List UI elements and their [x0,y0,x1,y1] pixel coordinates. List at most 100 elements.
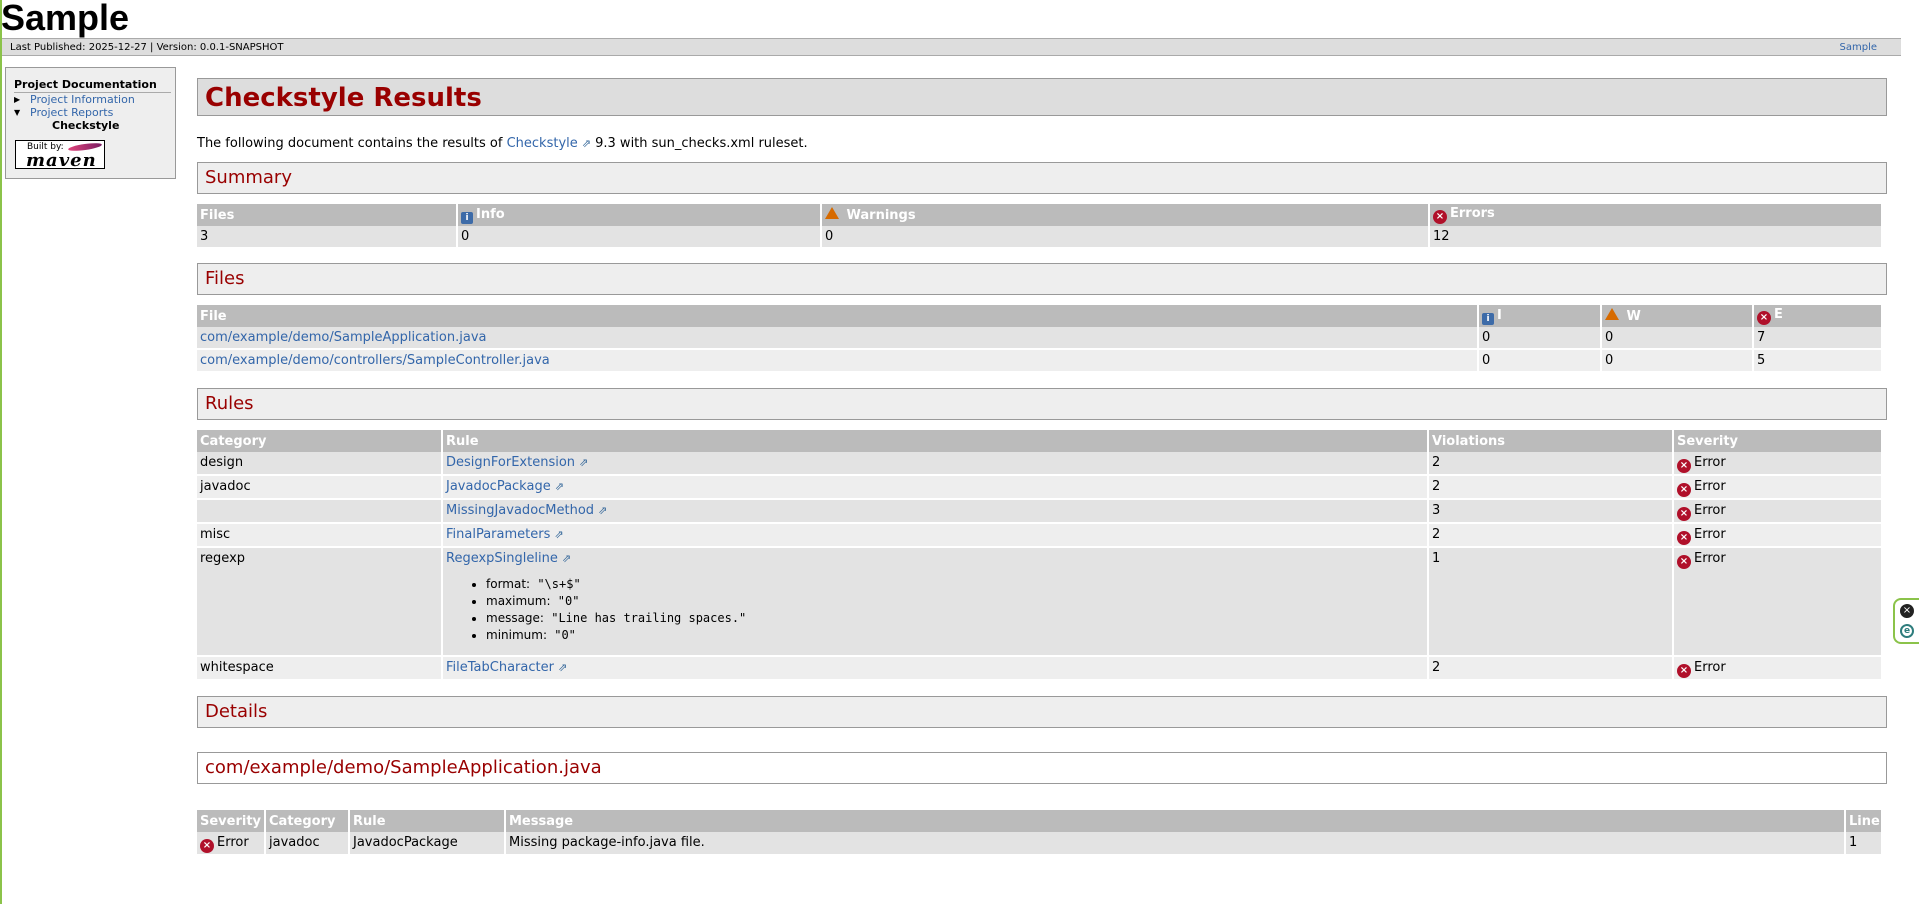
table-row: misc FinalParameters ⇗ 2 × Error [197,523,1883,548]
rule-link-file-tab-character[interactable]: FileTabCharacter [446,660,554,675]
nav-link-project-reports[interactable]: Project Reports [30,106,113,119]
rule-link-javadoc-package[interactable]: JavadocPackage [446,479,551,494]
rule-severity: × Error [1673,656,1883,681]
rule-severity: × Error [1673,523,1883,548]
last-published: Last Published: 2025-12-27 [10,42,147,53]
checkstyle-link[interactable]: Checkstyle [507,136,578,151]
summary-info-value: 0 [457,226,822,249]
list-item: minimum: "0" [486,627,1424,644]
banner-separator: | [150,42,154,53]
rules-header-severity: Severity [1673,430,1883,452]
table-row: whitespace FileTabCharacter ⇗ 2 × Error [197,656,1883,681]
summary-heading: Summary [197,162,1887,194]
external-link-icon: ⇗ [557,661,568,674]
intro-paragraph: The following document contains the resu… [197,136,1887,152]
error-icon: × [1757,311,1771,325]
table-row: com/example/demo/controllers/SampleContr… [197,349,1883,373]
summary-warnings-value: 0 [821,226,1430,249]
error-icon: × [1677,531,1691,545]
rule-violations: 2 [1428,475,1674,500]
main-content: Checkstyle Results The following documen… [197,78,1887,856]
nav-link-project-information[interactable]: Project Information [30,93,135,106]
file-error-count: 7 [1753,327,1883,350]
file-warning-count: 0 [1601,327,1754,350]
file-warning-count: 0 [1601,349,1754,373]
rule-category: javadoc [197,475,443,500]
rule-severity: × Error [1673,499,1883,524]
files-header-warnings: W [1601,305,1754,327]
details-header-message: Message [505,810,1846,832]
page-title: Checkstyle Results [197,78,1887,116]
rule-violations: 2 [1428,523,1674,548]
files-table: File iI W × E com/example/demo/SampleAppl… [197,305,1883,373]
rule-severity: × Error [1673,452,1883,476]
rule-violations: 3 [1428,499,1674,524]
detail-message: Missing package-info.java file. [505,832,1846,856]
details-table: Severity Category Rule Message Line × Err… [197,810,1883,856]
list-item: format: "\s+$" [486,576,1424,593]
summary-errors-value: 12 [1429,226,1883,249]
error-icon: × [1433,210,1447,224]
publish-info: Last Published: 2025-12-27 | Version: 0.… [10,39,284,57]
summary-header-files: Files [197,204,458,226]
extension-icon[interactable]: e [1900,624,1914,638]
detail-rule: JavadocPackage [349,832,506,856]
error-icon: × [1677,459,1691,473]
rule-link-regexp-singleline[interactable]: RegexpSingleline [446,551,558,566]
rule-severity: × Error [1673,547,1883,657]
detail-category: javadoc [265,832,350,856]
rule-violations: 2 [1428,656,1674,681]
error-icon: × [1677,555,1691,569]
detail-severity: × Error [197,832,266,856]
floating-extension-widget[interactable]: × e [1893,598,1919,644]
rule-violations: 1 [1428,547,1674,657]
detail-line: 1 [1845,832,1883,856]
summary-header-warnings: Warnings [821,204,1430,226]
rule-category: design [197,452,443,476]
rule-violations: 2 [1428,452,1674,476]
table-row: com/example/demo/SampleApplication.java … [197,327,1883,350]
files-heading: Files [197,263,1887,295]
error-icon: × [1677,507,1691,521]
files-header-info: iI [1478,305,1602,327]
nav-heading: Project Documentation [14,78,171,93]
built-by-maven-logo[interactable]: Built by: maven [15,140,105,171]
external-link-icon: ⇗ [581,137,591,150]
error-icon: × [1677,483,1691,497]
external-link-icon: ⇗ [598,504,608,517]
nav-item-project-information[interactable]: ▶ Project Information [14,93,175,106]
rule-link-final-parameters[interactable]: FinalParameters [446,527,550,542]
table-row: regexp RegexpSingleline⇗ format: "\s+$" … [197,547,1883,657]
table-row: × Error javadoc JavadocPackage Missing pa… [197,832,1883,856]
rules-heading: Rules [197,388,1887,420]
version-info: Version: 0.0.1-SNAPSHOT [156,42,284,53]
summary-header-errors: × Errors [1429,204,1883,226]
info-icon: i [461,211,473,224]
banner-sample-link[interactable]: Sample [1840,39,1878,57]
rule-category: misc [197,523,443,548]
rule-link-design-for-extension[interactable]: DesignForExtension [446,455,575,470]
rules-header-violations: Violations [1428,430,1674,452]
collapsed-triangle-icon: ▶ [14,95,21,104]
file-info-count: 0 [1478,349,1602,373]
close-icon[interactable]: × [1900,604,1914,618]
details-header-category: Category [265,810,350,832]
list-item: maximum: "0" [486,593,1424,610]
expanded-triangle-icon: ▼ [14,108,21,117]
file-info-count: 0 [1478,327,1602,350]
error-icon: × [1677,664,1691,678]
details-header-line: Line [1845,810,1883,832]
warning-icon [825,207,839,219]
error-icon: × [200,839,214,853]
rule-link-missing-javadoc-method[interactable]: MissingJavadocMethod [446,503,594,518]
file-link-sample-application[interactable]: com/example/demo/SampleApplication.java [200,330,486,345]
maven-wordmark: maven [26,150,97,171]
summary-table: Files i Info Warnings × Errors 3 0 0 12 [197,204,1883,249]
rules-table: Category Rule Violations Severity design… [197,430,1883,681]
details-header-severity: Severity [197,810,266,832]
file-link-sample-controller[interactable]: com/example/demo/controllers/SampleContr… [200,353,550,368]
table-row: javadoc JavadocPackage ⇗ 2 × Error [197,475,1883,500]
rule-severity: × Error [1673,475,1883,500]
info-icon: i [1482,312,1494,325]
nav-item-project-reports[interactable]: ▼ Project Reports [14,106,175,119]
